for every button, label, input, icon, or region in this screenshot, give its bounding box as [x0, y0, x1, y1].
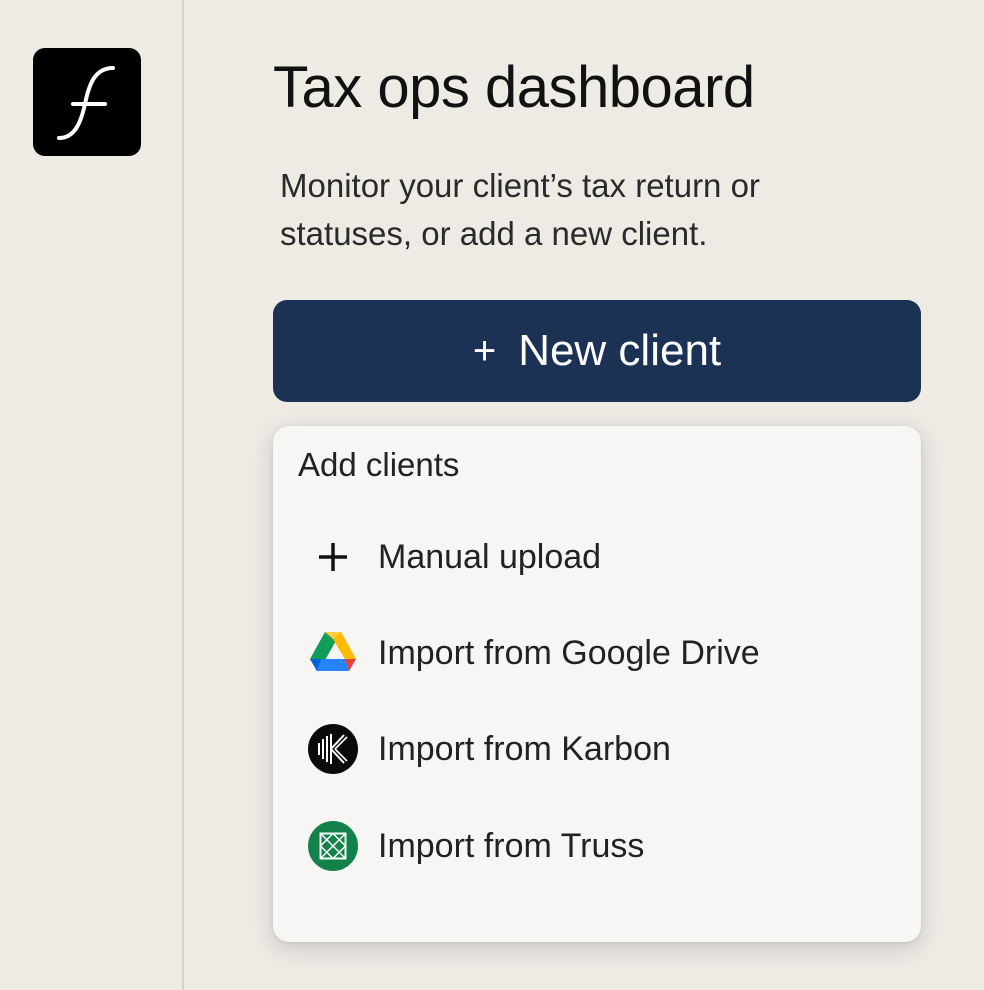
- sidebar: [0, 0, 184, 990]
- page-title: Tax ops dashboard: [273, 55, 755, 120]
- menu-item-google-drive[interactable]: Import from Google Drive: [273, 613, 921, 693]
- add-clients-menu: Add clients Manual upload Import from Go…: [273, 426, 921, 942]
- menu-item-label: Import from Google Drive: [378, 633, 760, 672]
- truss-icon: [308, 821, 358, 871]
- menu-item-label: Manual upload: [378, 537, 602, 576]
- new-client-label: New client: [518, 326, 722, 375]
- page-subtitle: Monitor your client’s tax return or stat…: [280, 167, 760, 252]
- menu-item-label: Import from Truss: [378, 826, 645, 865]
- menu-item-manual-upload[interactable]: Manual upload: [273, 517, 921, 597]
- menu-item-label: Import from Karbon: [378, 729, 671, 768]
- plus-icon: +: [472, 328, 497, 373]
- new-client-button[interactable]: + New client: [273, 300, 921, 402]
- plus-icon: [308, 532, 358, 582]
- menu-item-karbon[interactable]: Import from Karbon: [273, 709, 921, 789]
- app: Tax ops dashboard Monitor your client’s …: [0, 0, 984, 990]
- google-drive-icon: [308, 628, 358, 678]
- menu-item-truss[interactable]: Import from Truss: [273, 806, 921, 886]
- menu-header: Add clients: [298, 446, 460, 483]
- f-logo-icon[interactable]: [33, 48, 141, 156]
- f-logo-glyph: [57, 66, 115, 140]
- karbon-icon: [308, 724, 358, 774]
